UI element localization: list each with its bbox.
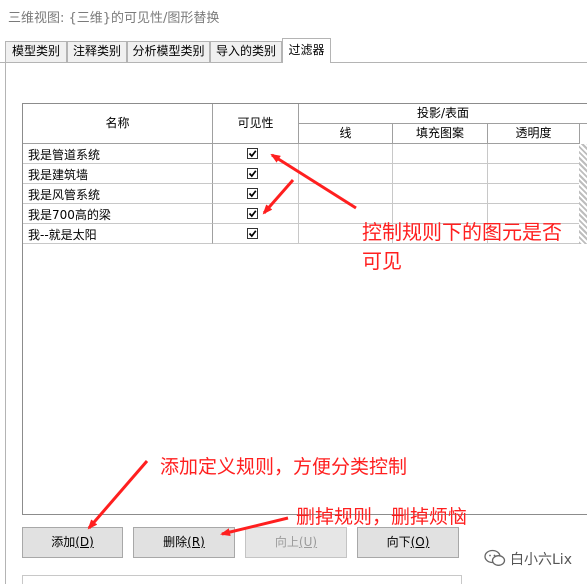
wechat-icon	[484, 549, 506, 566]
arrow-to-visibility-checkbox-2	[262, 179, 295, 215]
tab-filters[interactable]: 过滤器	[282, 38, 331, 63]
annotation-arrows	[87, 153, 357, 537]
arrow-to-visibility-checkbox-1	[270, 153, 357, 210]
watermark: 白小六Lix	[484, 548, 584, 568]
arrow-to-add-button	[87, 460, 149, 530]
arrow-to-delete-button	[220, 516, 289, 537]
watermark-text: 白小六Lix	[510, 552, 572, 568]
